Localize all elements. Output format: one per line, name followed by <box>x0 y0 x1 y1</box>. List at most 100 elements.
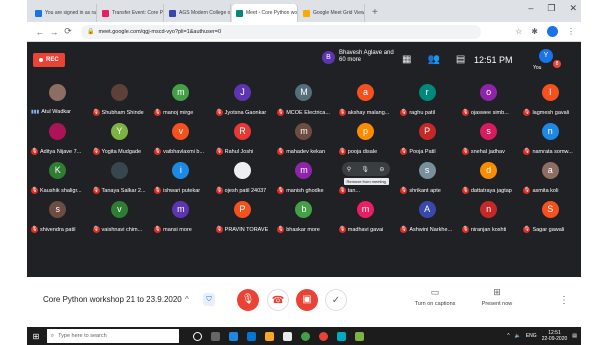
taskbar-search[interactable]: ⌕ Type here to search <box>47 329 179 343</box>
meeting-title[interactable]: Core Python workshop 21 to 23.9.2020 <box>43 295 182 304</box>
leave-call-button[interactable]: ☎ <box>267 289 289 311</box>
participant-avatar: J <box>233 84 251 101</box>
extensions-icon[interactable]: ✱ <box>531 27 538 36</box>
captions-button[interactable]: ▭ Turn on captions <box>410 287 460 307</box>
hand-check-button[interactable]: ✓ <box>325 289 347 311</box>
participant-name: madhavi gavai <box>347 226 384 233</box>
cortana-icon[interactable] <box>193 331 202 341</box>
participant-tile[interactable]: o 🎙 ojaswee simb... <box>458 80 520 119</box>
mic-off-button[interactable]: 🎙 <box>237 289 259 311</box>
chrome-icon[interactable] <box>319 331 328 341</box>
participant-tile[interactable]: 🎙 Shubham Shinde <box>89 80 151 119</box>
muted-mic-icon: 🎙 <box>154 148 162 155</box>
profile-avatar[interactable] <box>547 26 558 37</box>
windows-start-icon[interactable]: ⊞ <box>27 332 45 341</box>
security-shield-icon[interactable]: ⛉ <box>203 293 215 306</box>
browser-menu-icon[interactable]: ⋮ <box>567 27 575 36</box>
participant-tile[interactable]: P 🎙 PRAVIN TORAVE <box>212 197 274 236</box>
participant-name-row: 🎙 manish ghodke <box>277 187 324 194</box>
browser-tab[interactable]: You are signed in as rajasrokw...✕ <box>31 4 97 22</box>
chat-icon[interactable]: ▤ <box>456 54 465 65</box>
app-icon[interactable] <box>301 331 310 341</box>
participant-tile[interactable]: A 🎙 Ashwini Narkhe... <box>396 197 458 236</box>
participant-tile[interactable]: v 🎙 vaibhavlaxmi b... <box>150 119 212 158</box>
app2-icon[interactable] <box>337 331 346 341</box>
participant-tile[interactable]: P 🎙 Pooja Patil <box>396 119 458 158</box>
task-view-icon[interactable] <box>211 331 220 341</box>
participant-tile[interactable]: v 🎙 vaishnavi chim... <box>89 197 151 236</box>
participant-name-row: 🎙 pooja disale <box>338 148 377 155</box>
minimize-button[interactable]: – <box>528 3 533 14</box>
participant-tile[interactable]: ▮▮▮ Atul Wadkar <box>27 80 89 119</box>
camera-off-button[interactable]: ▣ <box>296 289 318 311</box>
tray-chevron-icon[interactable]: ^ <box>507 333 509 339</box>
participant-tile[interactable]: K 🎙 Kaushik shaligr... <box>27 158 89 197</box>
participant-tile[interactable]: a 🎙 asmita koli <box>519 158 581 197</box>
participant-tile[interactable]: 🎙 Aditya Nijave 7... <box>27 119 89 158</box>
volume-icon[interactable]: 🔈 <box>515 333 521 339</box>
participant-name-row: 🎙 niranjan koshti <box>461 226 506 233</box>
close-window-button[interactable]: ✕ <box>569 3 577 14</box>
participant-tile[interactable]: 🎙 ojesh patil 24037 <box>212 158 274 197</box>
edge-icon[interactable] <box>229 331 238 341</box>
pin-icon[interactable]: ⚲ <box>347 166 351 173</box>
self-avatar[interactable]: Y <box>539 49 553 63</box>
participant-tile[interactable]: r 🎙 raghu patil <box>396 80 458 119</box>
participant-tile[interactable]: 🎙 Tanaya Salkar 2... <box>89 158 151 197</box>
people-icon[interactable]: 👥 <box>427 54 439 65</box>
participant-tile[interactable]: m 🎙 manoj mirge <box>150 80 212 119</box>
participant-tile[interactable]: d 🎙 dattatraya jagtap <box>458 158 520 197</box>
participant-tile[interactable]: R 🎙 Rahul Joshi <box>212 119 274 158</box>
notifications-icon[interactable]: ▤ <box>572 333 577 339</box>
participant-avatar: s <box>418 162 436 179</box>
participant-tile[interactable]: J 🎙 Jyotsna Gaonkar <box>212 80 274 119</box>
participant-tile[interactable]: m 🎙 mahadev kekan <box>273 119 335 158</box>
participant-tile[interactable]: l 🎙 lagmesh gavali <box>519 80 581 119</box>
tray-language[interactable]: ENG <box>526 333 537 339</box>
present-now-button[interactable]: ⊞ Present now <box>475 287 519 307</box>
maximize-button[interactable]: ❐ <box>547 3 555 14</box>
participant-tile[interactable]: m 🎙 madhavi gavai <box>335 197 397 236</box>
browser-tab[interactable]: Google Meet Grid View - Chro...✕ <box>299 4 365 22</box>
participant-tile[interactable]: Y 🎙 Yogita Mudgade <box>89 119 151 158</box>
browser-tab[interactable]: AGS Modern College of Engin...✕ <box>165 4 231 22</box>
meeting-details-caret-icon[interactable]: ^ <box>185 295 189 304</box>
participant-tile[interactable]: p 🎙 pooja disale <box>335 119 397 158</box>
participant-tile[interactable]: m 🎙 manish ghodke <box>273 158 335 197</box>
forward-button[interactable]: → <box>47 27 61 37</box>
store-icon[interactable] <box>247 331 256 341</box>
reload-button[interactable]: ⟳ <box>61 26 75 37</box>
url-input[interactable]: 🔒 meet.google.com/qgj-mscd-vyo?pli=1&aut… <box>81 24 481 39</box>
browser-tab[interactable]: Meet - Core Python worksh...✕ <box>232 4 298 22</box>
more-options-icon[interactable]: ⋮ <box>559 295 569 306</box>
back-button[interactable]: ← <box>33 27 47 37</box>
participant-tile[interactable]: i 🎙 ishwari putekar <box>150 158 212 197</box>
participant-tile[interactable]: n 🎙 namrata somw... <box>519 119 581 158</box>
participant-tile[interactable]: ⚲ 🎙 ⊖ Remove from meeting 🎙 tan... <box>335 158 397 197</box>
participant-name-row: 🎙 snehal jadhav <box>461 148 505 155</box>
bookmark-star-icon[interactable]: ☆ <box>515 27 522 36</box>
app3-icon[interactable] <box>355 331 364 341</box>
participant-tile[interactable]: s 🎙 shivendra patil <box>27 197 89 236</box>
file-explorer-icon[interactable] <box>265 331 274 341</box>
tray-clock[interactable]: 12:51 22-09-2020 <box>542 330 568 342</box>
participant-tile[interactable]: s 🎙 snehal jadhav <box>458 119 520 158</box>
participant-tile[interactable]: M 🎙 MCOE Electrica... <box>273 80 335 119</box>
participant-tile[interactable]: S 🎙 Sagar gawali <box>519 197 581 236</box>
browser-tab[interactable]: Transfer Event: Core Python w...✕ <box>98 4 164 22</box>
participant-tile[interactable]: s 🎙 shrikant apte <box>396 158 458 197</box>
participant-name-row: 🎙 ojaswee simb... <box>461 109 509 116</box>
participant-name: raghu patil <box>409 109 436 116</box>
participant-name: ojaswee simb... <box>470 109 509 116</box>
participants-summary[interactable]: B Bhavesh Aglave and 60 more <box>322 50 401 64</box>
participant-tile[interactable]: m 🎙 mansi more <box>150 197 212 236</box>
participant-tile[interactable]: n 🎙 niranjan koshti <box>458 197 520 236</box>
participant-avatar: n <box>480 201 498 218</box>
mail-icon[interactable] <box>283 331 292 341</box>
participant-tile[interactable]: b 🎙 bhaskar more <box>273 197 335 236</box>
mute-participant-icon[interactable]: 🎙 <box>361 166 369 173</box>
participant-tile[interactable]: a 🎙 akshay malang... <box>335 80 397 119</box>
remove-participant-icon[interactable]: ⊖ <box>379 166 384 173</box>
grid-view-icon[interactable]: ▦ <box>402 54 411 65</box>
new-tab-button[interactable]: + <box>366 4 384 22</box>
